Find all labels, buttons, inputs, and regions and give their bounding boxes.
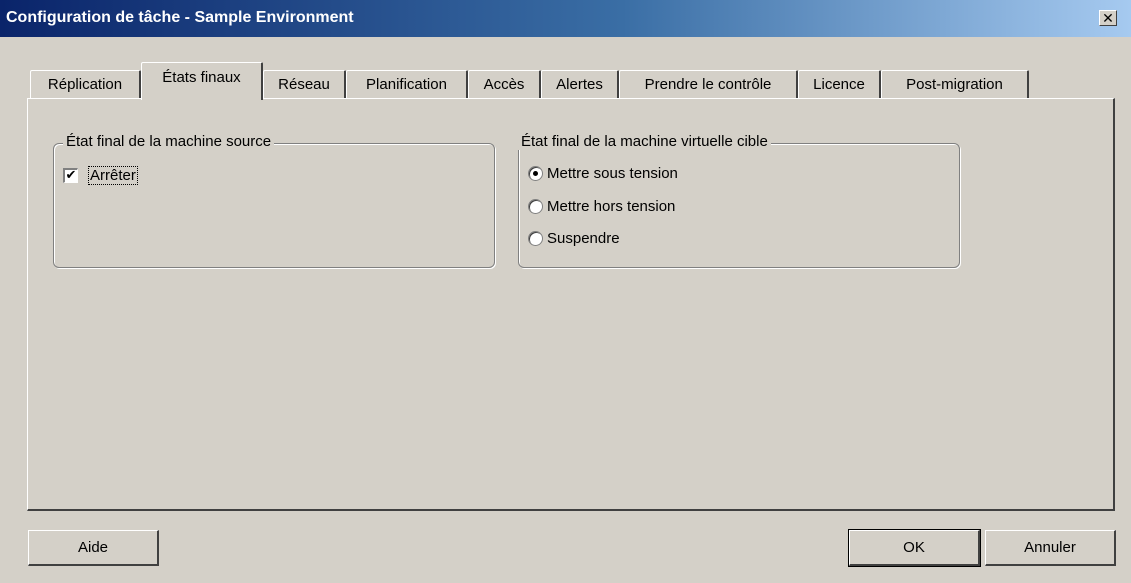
- checkmark-icon: ✔: [65, 168, 77, 183]
- close-icon: ✕: [1102, 11, 1114, 27]
- suspend-radio[interactable]: [528, 231, 543, 246]
- close-button[interactable]: ✕: [1099, 10, 1117, 27]
- tab-alertes[interactable]: Alertes: [541, 70, 619, 100]
- ok-button[interactable]: OK: [848, 529, 981, 567]
- tab-reseau[interactable]: Réseau: [263, 70, 346, 100]
- tab-label: Réplication: [47, 76, 123, 93]
- tab-prendre-le-controle[interactable]: Prendre le contrôle: [619, 70, 798, 100]
- power-on-radio[interactable]: [528, 166, 543, 181]
- tab-acces[interactable]: Accès: [468, 70, 541, 100]
- tab-label: Prendre le contrôle: [644, 76, 772, 93]
- tab-label: Licence: [813, 76, 865, 93]
- tab-label: Post-migration: [906, 76, 1003, 93]
- tab-label: Alertes: [556, 76, 603, 93]
- help-button[interactable]: Aide: [28, 530, 159, 566]
- power-off-label[interactable]: Mettre hors tension: [547, 198, 675, 215]
- tab-panel-etats-finaux: État final de la machine source ✔ Arrête…: [27, 98, 1115, 511]
- tab-label: États finaux: [162, 69, 241, 86]
- tab-replication[interactable]: Réplication: [30, 70, 141, 100]
- target-vm-state-legend: État final de la machine virtuelle cible: [518, 133, 771, 150]
- tab-label: Planification: [366, 76, 447, 93]
- tab-label: Accès: [483, 76, 525, 93]
- title-bar: Configuration de tâche - Sample Environm…: [0, 0, 1131, 37]
- tab-licence[interactable]: Licence: [798, 70, 881, 100]
- tab-label: Réseau: [278, 76, 330, 93]
- tab-post-migration[interactable]: Post-migration: [881, 70, 1029, 100]
- power-on-label[interactable]: Mettre sous tension: [547, 165, 678, 182]
- tab-planification[interactable]: Planification: [346, 70, 468, 100]
- tab-etats-finaux[interactable]: États finaux: [141, 62, 263, 100]
- suspend-label[interactable]: Suspendre: [547, 230, 620, 247]
- source-state-group: [53, 143, 495, 268]
- source-state-legend: État final de la machine source: [63, 133, 275, 150]
- radio-selected-dot: [533, 171, 538, 176]
- power-off-radio[interactable]: [528, 199, 543, 214]
- window-title: Configuration de tâche - Sample Environm…: [6, 9, 354, 26]
- shutdown-checkbox[interactable]: ✔: [63, 168, 78, 183]
- cancel-button[interactable]: Annuler: [985, 530, 1116, 566]
- shutdown-label[interactable]: Arrêter: [88, 166, 138, 185]
